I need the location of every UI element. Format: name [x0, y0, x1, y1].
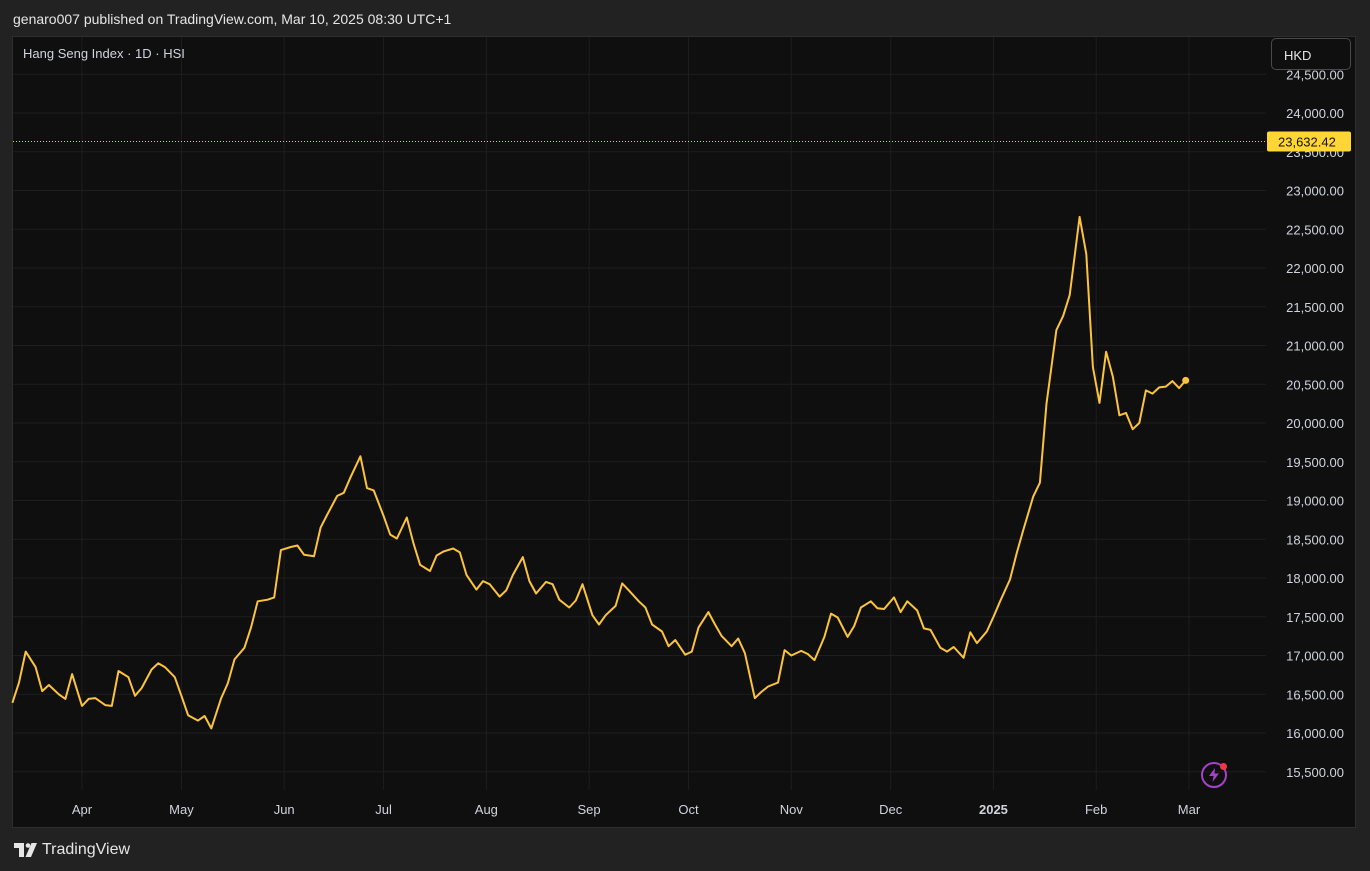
x-tick-label: 2025	[979, 802, 1008, 817]
price-line	[11, 215, 1187, 730]
y-tick-label: 16,500.00	[1286, 687, 1344, 702]
y-tick-label: 19,000.00	[1286, 494, 1344, 509]
y-tick-label: 17,000.00	[1286, 649, 1344, 664]
x-tick-label: Feb	[1085, 802, 1107, 817]
y-tick-label: 20,500.00	[1286, 377, 1344, 392]
x-tick-label: Jun	[274, 802, 295, 817]
notification-dot	[1220, 763, 1227, 770]
currency-button[interactable]: HKD	[1271, 38, 1351, 70]
last-price-marker	[1182, 376, 1190, 384]
y-tick-label: 23,000.00	[1286, 184, 1344, 199]
grid-lines	[13, 37, 1266, 790]
y-tick-label: 20,000.00	[1286, 416, 1344, 431]
brand-name: TradingView	[42, 841, 131, 858]
x-tick-label: Apr	[72, 802, 93, 817]
time-axis[interactable]: Apr May Jun Jul Aug Sep Oct Nov Dec 2025 Feb Mar	[72, 802, 1201, 817]
y-tick-label: 18,000.00	[1286, 571, 1344, 586]
tradingview-logo[interactable]: TradingView	[14, 841, 130, 859]
last-price-tag: 23,632.42	[1267, 131, 1351, 152]
tradingview-logo-icon	[14, 843, 37, 857]
price-axis[interactable]: 15,500.00 16,000.00 16,500.00 17,000.00 17,5…	[1286, 67, 1344, 780]
x-tick-label: Jul	[375, 802, 392, 817]
x-tick-label: Dec	[879, 802, 903, 817]
y-tick-label: 17,500.00	[1286, 610, 1344, 625]
x-tick-label: Aug	[475, 802, 498, 817]
price-chart[interactable]: 15,500.00 16,000.00 16,500.00 17,000.00 17,5…	[0, 0, 1370, 871]
y-tick-label: 16,000.00	[1286, 726, 1344, 741]
y-tick-label: 22,500.00	[1286, 222, 1344, 237]
x-tick-label: Nov	[780, 802, 804, 817]
bottom-bar	[0, 829, 1370, 871]
x-tick-label: Oct	[678, 802, 699, 817]
y-tick-label: 21,500.00	[1286, 300, 1344, 315]
y-tick-label: 21,000.00	[1286, 339, 1344, 354]
y-tick-label: 18,500.00	[1286, 532, 1344, 547]
x-tick-label: Mar	[1178, 802, 1201, 817]
last-price-label: 23,632.42	[1278, 134, 1336, 149]
y-tick-label: 24,000.00	[1286, 106, 1344, 121]
y-tick-label: 15,500.00	[1286, 765, 1344, 780]
x-tick-label: Sep	[578, 802, 601, 817]
symbol-title: Hang Seng Index · 1D · HSI	[23, 46, 185, 61]
y-tick-label: 19,500.00	[1286, 455, 1344, 470]
x-tick-label: May	[169, 802, 194, 817]
y-tick-label: 22,000.00	[1286, 261, 1344, 276]
